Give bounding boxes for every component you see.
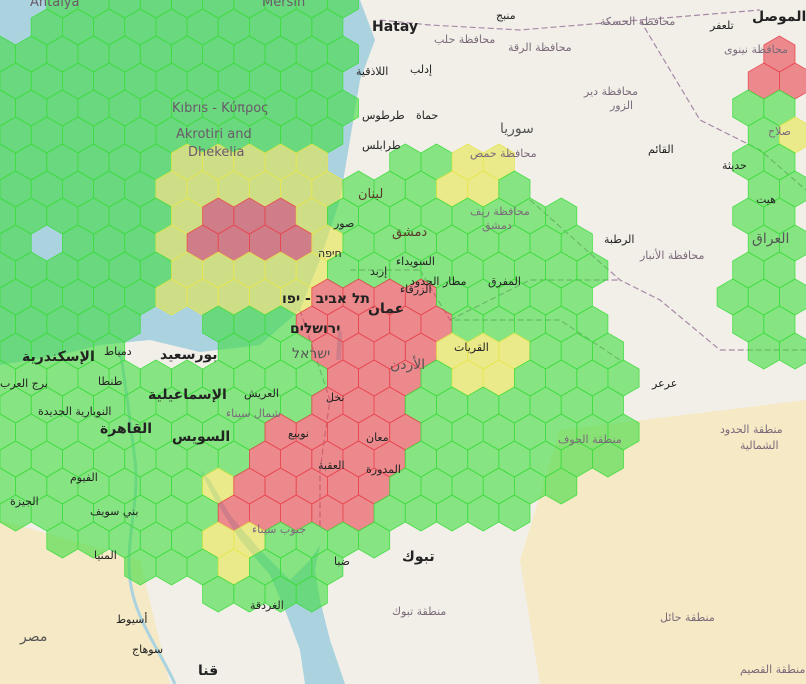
hexbin-overlay	[0, 0, 806, 613]
map-canvas[interactable]: Antalya Mersin Hatay Kıbrıs - Κύπρος Akr…	[0, 0, 806, 684]
